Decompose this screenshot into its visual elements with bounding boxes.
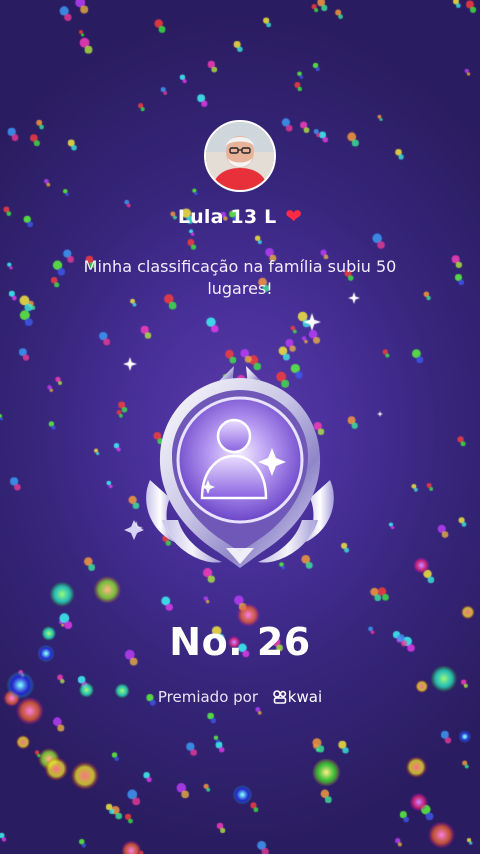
family-medal-icon [124, 366, 334, 568]
avatar-photo-icon [206, 122, 274, 190]
rank-number: No. 26 [169, 620, 311, 664]
rank-up-screen: Lula 13 L ❤ Minha classificação na famíl… [0, 0, 480, 854]
heart-icon: ❤ [285, 204, 303, 228]
kwai-logo-icon [272, 690, 287, 704]
awarded-by: Premiado por kwai [0, 688, 480, 706]
rank-message: Minha classificação na família subiu 50 … [83, 257, 397, 298]
username-row: Lula 13 L ❤ [0, 204, 480, 228]
kwai-brand-name: kwai [287, 688, 323, 706]
awarded-by-label: Premiado por [157, 688, 259, 706]
username[interactable]: Lula 13 L [178, 206, 277, 228]
avatar[interactable] [204, 120, 276, 192]
kwai-logo[interactable]: kwai [272, 688, 323, 706]
